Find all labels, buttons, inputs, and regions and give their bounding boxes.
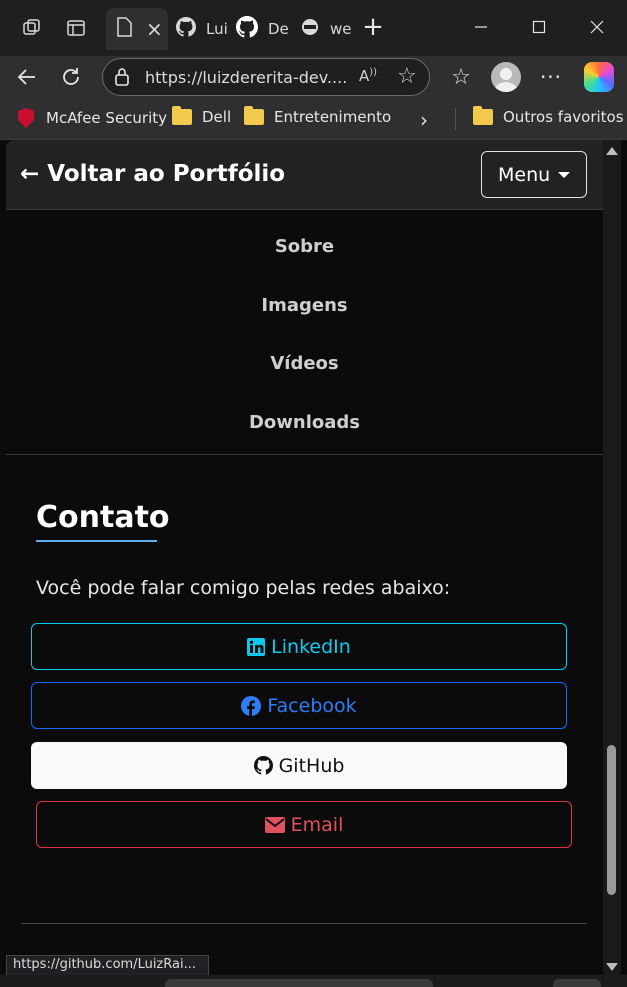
tab-label: De: [268, 20, 289, 38]
address-text: https://luizdererita-dev....: [145, 68, 348, 87]
bookmark-other-favorites[interactable]: Outros favoritos: [473, 106, 624, 126]
bookmark-label: Entretenimento: [274, 108, 392, 126]
lock-icon[interactable]: [113, 67, 131, 91]
refresh-icon[interactable]: [56, 62, 86, 92]
bookmark-entretenimento[interactable]: Entretenimento: [244, 106, 392, 126]
folder-icon: [244, 106, 264, 125]
navbar: ← Voltar ao Portfólio Menu: [6, 140, 603, 210]
address-bar[interactable]: https://luizdererita-dev.... A)) ☆: [102, 58, 430, 96]
new-tab-icon[interactable]: +: [360, 12, 386, 42]
bookmark-mcafee[interactable]: McAfee Security: [18, 108, 167, 128]
site-icon: [300, 17, 320, 41]
facebook-label: Facebook: [267, 694, 357, 717]
title-underline: [36, 540, 157, 542]
email-label: Email: [290, 813, 344, 836]
footer-divider: [21, 923, 587, 924]
intro-text: Você pode falar comigo pelas redes abaix…: [36, 577, 451, 599]
section-title: Contato: [36, 500, 170, 535]
menu-item-videos[interactable]: Vídeos: [6, 353, 603, 374]
folder-icon: [473, 106, 493, 125]
github-icon: [253, 756, 273, 775]
more-options-icon[interactable]: ···: [536, 62, 566, 92]
menu-item-imagens[interactable]: Imagens: [6, 295, 603, 316]
github-button[interactable]: GitHub: [31, 742, 567, 789]
tab-github-1[interactable]: Lui: [174, 8, 230, 50]
close-window-icon[interactable]: [584, 14, 610, 40]
vertical-scrollbar[interactable]: [603, 140, 621, 975]
tab-active[interactable]: ×: [106, 8, 168, 50]
scroll-up-icon[interactable]: [606, 147, 618, 155]
close-icon[interactable]: ×: [146, 17, 163, 41]
scroll-thumb[interactable]: [607, 745, 616, 895]
os-taskbar: [0, 975, 627, 987]
taskbar-search[interactable]: [165, 979, 433, 987]
scroll-down-icon[interactable]: [606, 963, 618, 971]
bookmark-label: Dell: [202, 108, 232, 126]
back-icon[interactable]: [12, 62, 42, 92]
taskbar-app[interactable]: [553, 979, 601, 987]
read-aloud-icon[interactable]: A)): [359, 67, 377, 85]
page-viewport: ← Voltar ao Portfólio Menu Sobre Imagens…: [6, 140, 603, 975]
tab-actions-icon[interactable]: [64, 16, 88, 40]
tab-label: Lui: [206, 20, 228, 38]
bookmarks-bar: McAfee Security Dell Entretenimento › Ou…: [0, 98, 627, 140]
menu-item-downloads[interactable]: Downloads: [6, 412, 603, 433]
email-button[interactable]: Email: [36, 801, 572, 848]
linkedin-button[interactable]: LinkedIn: [31, 623, 567, 670]
linkedin-icon: [247, 637, 266, 656]
caret-down-icon: [558, 172, 570, 178]
envelope-icon: [264, 816, 285, 833]
menu-button[interactable]: Menu: [481, 151, 587, 198]
github-label: GitHub: [278, 754, 345, 777]
linkedin-label: LinkedIn: [271, 635, 351, 658]
chevron-right-icon[interactable]: ›: [420, 108, 428, 132]
bookmark-dell[interactable]: Dell: [172, 106, 232, 126]
copilot-icon[interactable]: [584, 62, 614, 92]
bookmark-label: McAfee Security: [46, 109, 168, 127]
bookmark-label: Outros favoritos: [503, 108, 624, 126]
favorite-star-icon[interactable]: ☆: [397, 64, 417, 89]
tab-web[interactable]: we: [298, 8, 352, 50]
status-bar-url: https://github.com/LuizRai...: [6, 955, 209, 975]
favorites-icon[interactable]: ☆: [446, 62, 476, 92]
facebook-icon: [241, 695, 262, 716]
browser-tab-bar: × Lui De we +: [0, 0, 627, 56]
page-icon: [116, 17, 132, 41]
tab-label: we: [330, 20, 352, 38]
maximize-icon[interactable]: [526, 14, 552, 40]
menu-button-label: Menu: [498, 163, 551, 186]
browser-toolbar: https://luizdererita-dev.... A)) ☆ ☆ ···: [0, 56, 627, 98]
minimize-icon[interactable]: [468, 14, 494, 40]
workspaces-icon[interactable]: [20, 16, 44, 40]
profile-avatar[interactable]: [491, 62, 521, 92]
github-icon: [176, 17, 196, 41]
mcafee-icon: [18, 108, 34, 128]
tab-github-2[interactable]: De: [234, 8, 290, 50]
folder-icon: [172, 106, 192, 125]
back-to-portfolio-link[interactable]: ← Voltar ao Portfólio: [20, 161, 285, 187]
menu-dropdown: Sobre Imagens Vídeos Downloads: [6, 210, 603, 455]
divider: [455, 108, 456, 130]
github-icon: [236, 16, 258, 42]
facebook-button[interactable]: Facebook: [31, 682, 567, 729]
menu-item-sobre[interactable]: Sobre: [6, 236, 603, 257]
